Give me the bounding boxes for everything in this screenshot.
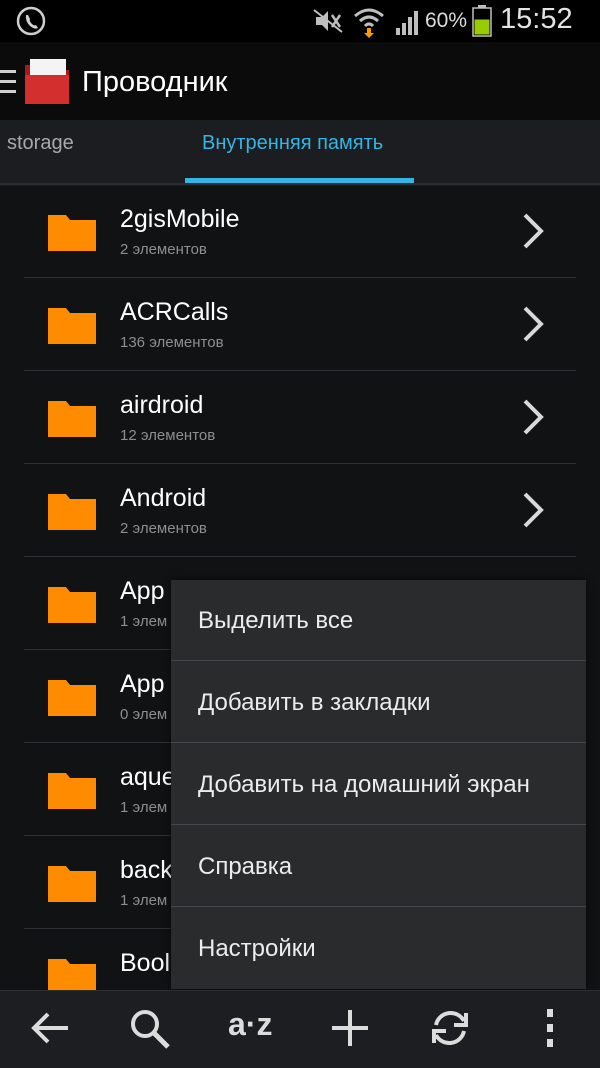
phone-icon [16, 6, 46, 36]
wifi-icon [354, 8, 384, 38]
item-count: 12 элементов [120, 427, 216, 444]
item-count: 2 элементов [120, 241, 207, 258]
signal-icon [396, 11, 418, 35]
app-logo-icon[interactable] [22, 55, 72, 107]
folder-icon [48, 959, 96, 990]
file-name: aque [120, 763, 176, 791]
divider [171, 906, 586, 907]
folder-icon [48, 308, 96, 344]
file-name: Bool [120, 949, 171, 977]
folder-icon [48, 494, 96, 530]
battery-icon [472, 5, 492, 37]
list-item[interactable]: 2gisMobile 2 элементов [24, 185, 576, 278]
list-item[interactable]: Android 2 элементов [24, 464, 576, 557]
folder-icon [48, 866, 96, 902]
file-name: airdroid [120, 391, 204, 419]
menu-item-settings[interactable]: Настройки [171, 908, 586, 989]
folder-icon [48, 401, 96, 437]
item-count: 1 элем [120, 613, 168, 630]
overflow-menu-icon[interactable] [526, 1005, 574, 1051]
refresh-icon[interactable] [426, 1005, 474, 1051]
divider [171, 824, 586, 825]
sort-az-icon[interactable]: a·z [228, 1006, 272, 1043]
item-count: 136 элементов [120, 334, 224, 351]
page-title: Проводник [82, 66, 228, 98]
item-count: 2 элементов [120, 520, 207, 537]
folder-icon [48, 773, 96, 809]
overflow-menu: Выделить все Добавить в закладки Добавит… [171, 580, 586, 989]
search-icon[interactable] [126, 1005, 174, 1051]
bottom-toolbar [0, 990, 600, 1068]
folder-icon [48, 215, 96, 251]
menu-item-label: Выделить все [198, 607, 354, 634]
menu-item-label: Добавить на домашний экран [198, 771, 530, 798]
file-name: back [120, 856, 173, 884]
menu-item-label: Справка [198, 853, 293, 880]
battery-percent: 60% [425, 9, 468, 32]
file-name: App [120, 670, 165, 698]
folder-icon [48, 587, 96, 623]
tab-storage[interactable]: storage [7, 132, 74, 155]
list-item[interactable]: airdroid 12 элементов [24, 371, 576, 464]
menu-item-select-all[interactable]: Выделить все [171, 580, 586, 661]
status-bar: 60% 15:52 [0, 0, 600, 42]
menu-item-help[interactable]: Справка [171, 826, 586, 907]
file-name: ACRCalls [120, 298, 229, 326]
list-item[interactable]: ACRCalls 136 элементов [24, 278, 576, 371]
item-count: 1 элем [120, 799, 168, 816]
add-icon[interactable] [326, 1005, 374, 1051]
item-count: 1 элем [120, 892, 168, 909]
chevron-right-icon[interactable] [520, 397, 546, 437]
item-count: 0 элем [120, 706, 168, 723]
drawer-menu-icon[interactable] [0, 70, 16, 98]
file-name: Android [120, 484, 207, 512]
tab-internal-memory[interactable]: Внутренняя память [202, 132, 383, 155]
chevron-right-icon[interactable] [520, 211, 546, 251]
divider [171, 742, 586, 743]
folder-icon [48, 680, 96, 716]
back-arrow-icon[interactable] [26, 1005, 74, 1051]
menu-item-label: Добавить в закладки [198, 689, 431, 716]
menu-item-add-home-screen[interactable]: Добавить на домашний экран [171, 744, 586, 825]
divider [171, 660, 586, 661]
chevron-right-icon[interactable] [520, 304, 546, 344]
clock: 15:52 [500, 3, 573, 35]
silent-mode-icon [313, 9, 343, 33]
file-name: 2gisMobile [120, 205, 240, 233]
menu-item-label: Настройки [198, 935, 316, 962]
chevron-right-icon[interactable] [520, 490, 546, 530]
menu-item-add-bookmark[interactable]: Добавить в закладки [171, 662, 586, 743]
file-name: App [120, 577, 165, 605]
